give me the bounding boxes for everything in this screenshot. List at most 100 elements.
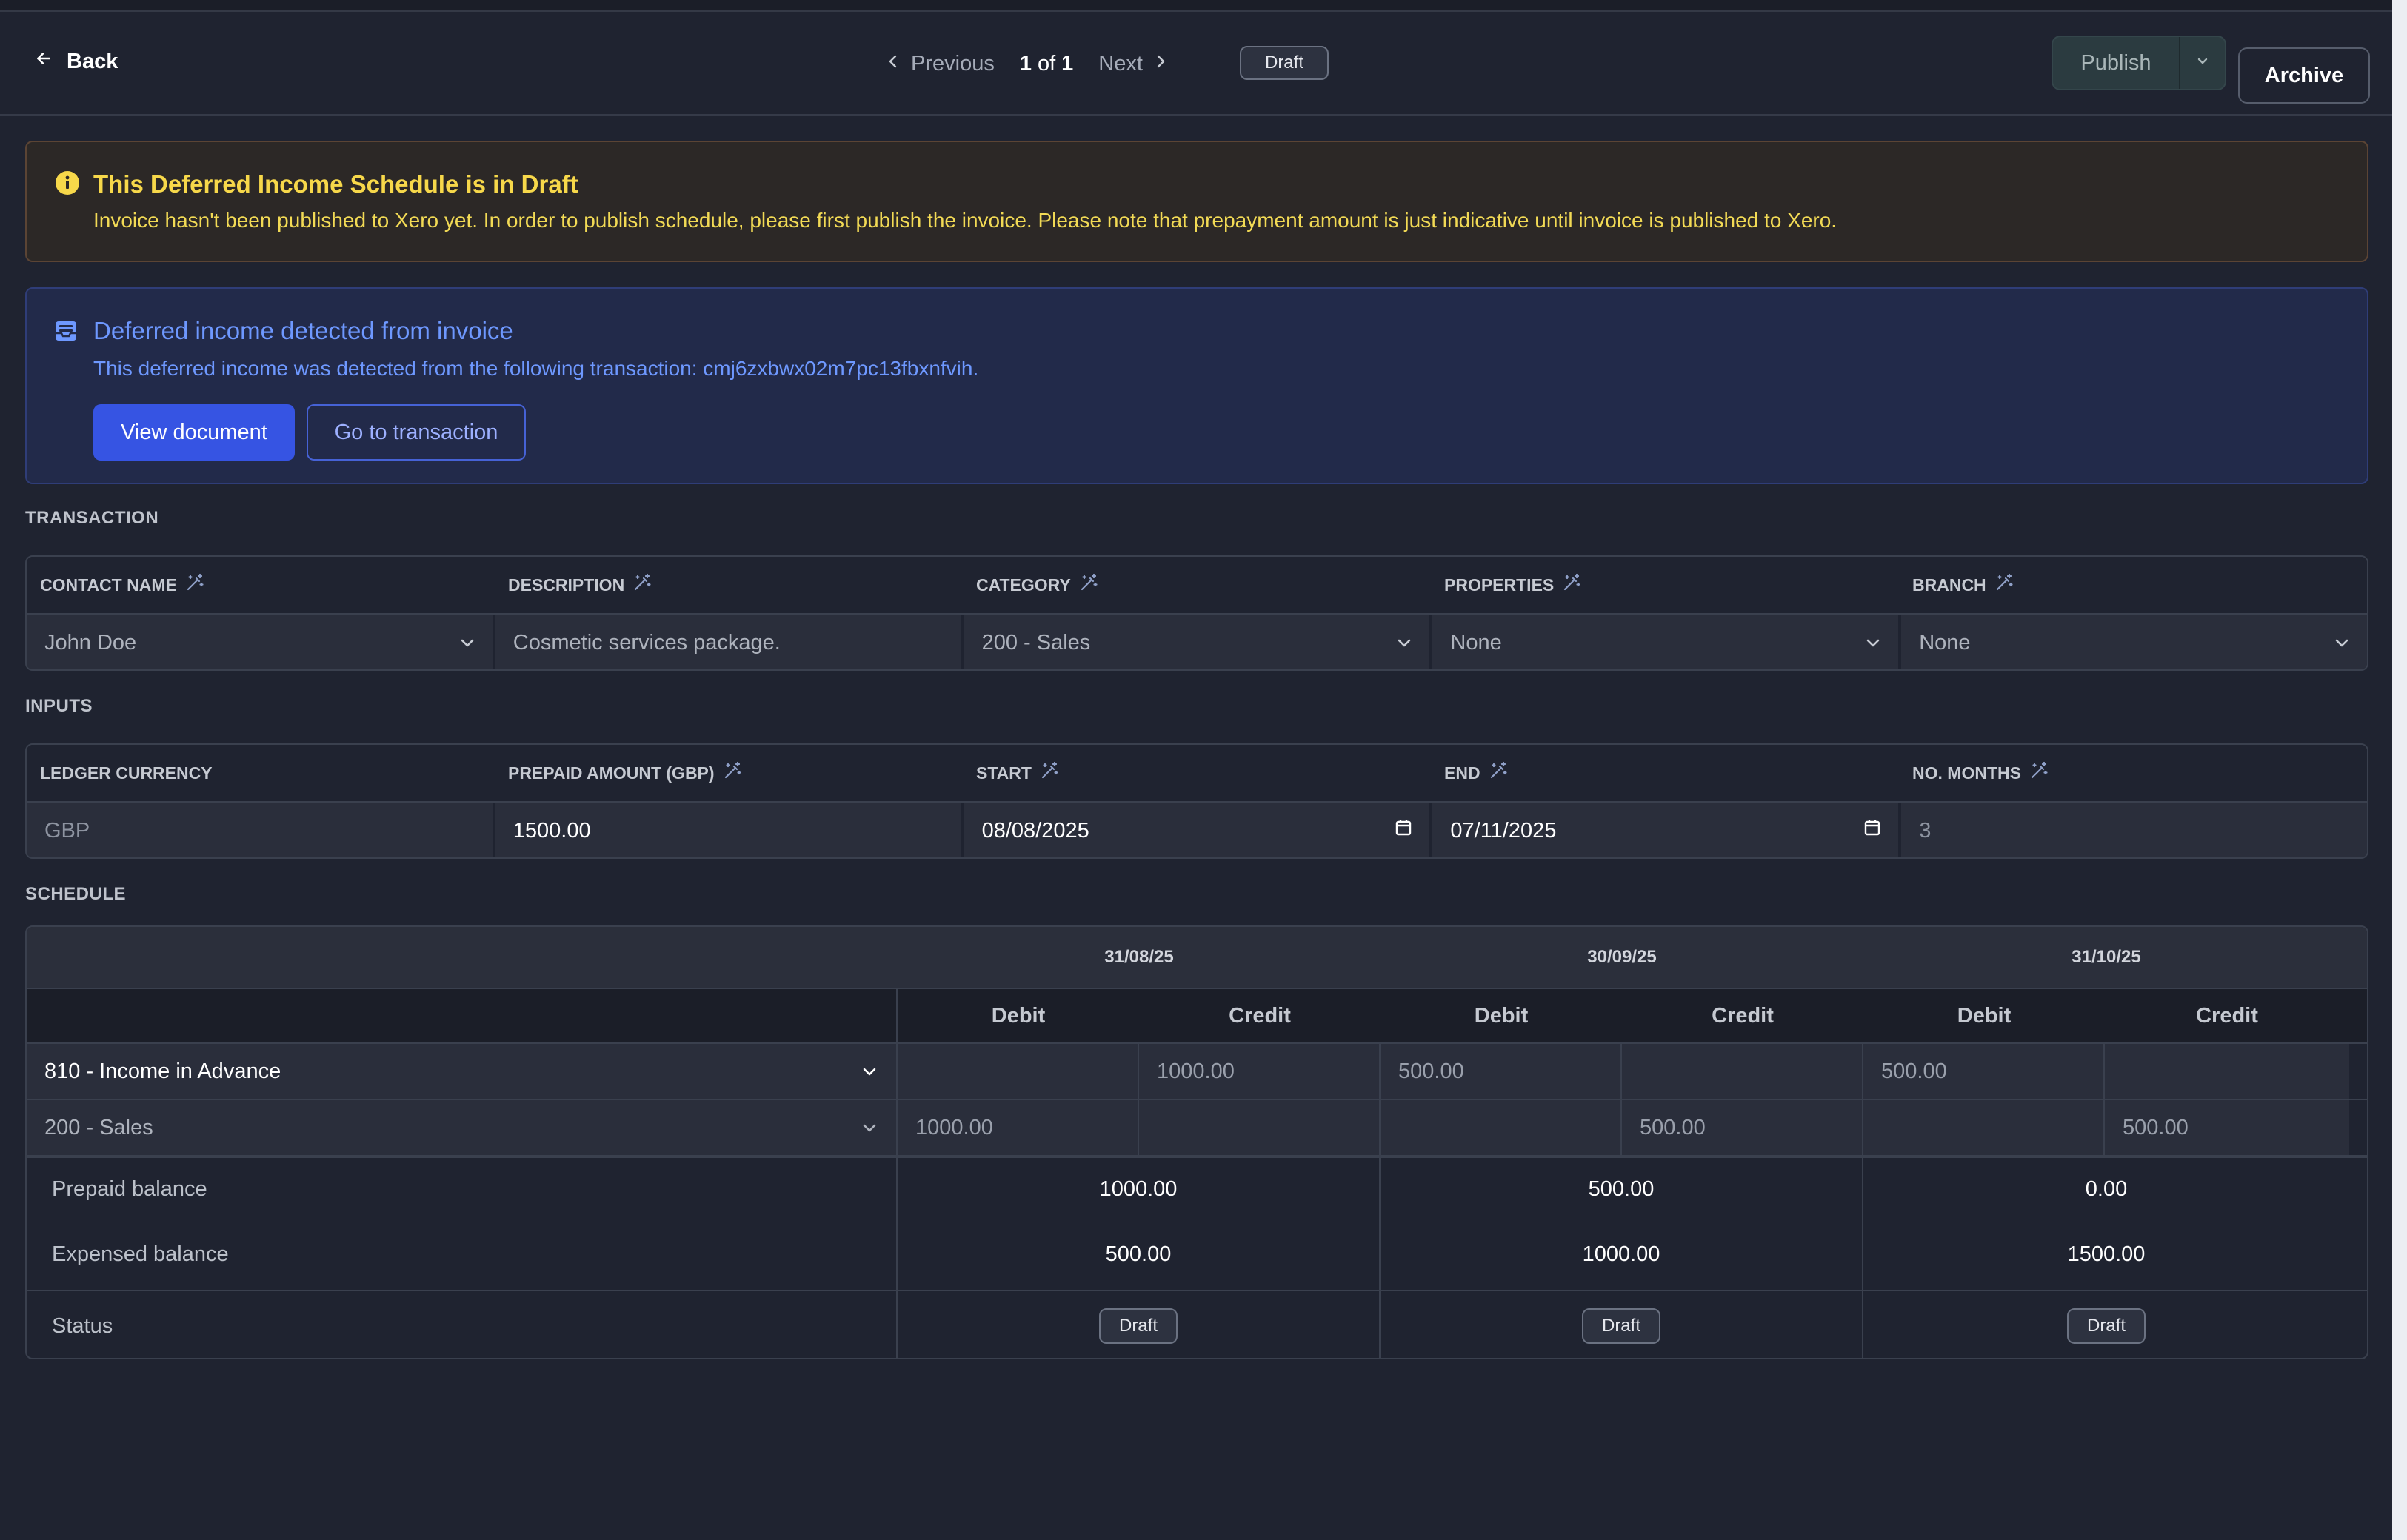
chevron-down-icon [2195,56,2210,70]
expensed-balance-value: 500.00 [1105,1242,1172,1266]
detected-info-alert: Deferred income detected from invoice Th… [25,287,2368,484]
debit-header: Debit [1474,1003,1529,1028]
magic-wand-icon [184,572,205,597]
toolbar: Back Previous 1 of 1 Next Draft Publish … [0,12,2392,116]
contact-name-header: CONTACT NAME [27,557,495,613]
expensed-balance-label: Expensed balance [52,1242,229,1266]
credit-header: Credit [2196,1003,2258,1028]
no-months-field: 3 [1901,803,2367,857]
publish-button-group: Publish [2052,36,2226,90]
no-months-header: NO. MONTHS [1899,745,2367,801]
back-label: Back [67,49,118,73]
debit-cell[interactable] [898,1044,1139,1099]
archive-button[interactable]: Archive [2238,47,2370,104]
debit-cell[interactable]: 500.00 [1863,1044,2105,1099]
app-window: Back Previous 1 of 1 Next Draft Publish … [0,0,2407,1540]
transaction-section-label: TRANSACTION [25,508,159,528]
balance-rows: Prepaid balance Expensed balance 1000.00… [27,1155,2367,1290]
debit-header: Debit [991,1003,1046,1028]
page-current: 1 [1019,51,1032,76]
credit-cell[interactable] [1139,1100,1381,1155]
magic-wand-icon [1994,572,2014,597]
status-label: Status [27,1291,898,1358]
debit-cell[interactable]: 1000.00 [898,1100,1139,1155]
category-select[interactable]: 200 - Sales [964,615,1433,669]
warning-title: This Deferred Income Schedule is in Draf… [93,170,578,198]
properties-select[interactable]: None [1432,615,1902,669]
page-of: of [1037,51,1056,76]
inbox-icon [53,318,79,347]
prepaid-balance-value: 1000.00 [1099,1177,1178,1201]
ledger-currency-header: LEDGER CURRENCY [40,763,213,783]
prepaid-amount-input[interactable]: 1500.00 [495,803,964,857]
status-badge: Draft [1582,1308,1660,1344]
branch-select[interactable]: None [1901,615,2367,669]
prepaid-amount-header: PREPAID AMOUNT (GBP) [495,745,963,801]
info-circle-icon [55,170,80,199]
credit-cell[interactable]: 500.00 [2105,1100,2349,1155]
credit-cell[interactable] [1622,1044,1863,1099]
chevron-left-icon [886,52,901,76]
top-strip [0,0,2392,12]
debit-cell[interactable] [1381,1100,1622,1155]
date-header: 30/09/25 [1587,947,1657,967]
end-date-input[interactable]: 07/11/2025 [1432,803,1902,857]
previous-button[interactable]: Previous [886,52,995,76]
schedule-date-row: 31/08/25 30/09/25 31/10/25 [27,927,2367,988]
magic-wand-icon [632,572,652,597]
schedule-table: 31/08/25 30/09/25 31/10/25 Debit Credit … [25,925,2368,1359]
go-to-transaction-button[interactable]: Go to transaction [307,404,526,461]
calendar-icon[interactable] [1394,818,1413,843]
contact-name-select[interactable]: John Doe [27,615,495,669]
credit-header: Credit [1712,1003,1774,1028]
inputs-fields: LEDGER CURRENCY PREPAID AMOUNT (GBP) STA… [25,743,2368,859]
view-document-button[interactable]: View document [93,404,295,461]
start-header: START [963,745,1431,801]
debit-credit-header-row: Debit Credit Debit Credit Debit Credit [27,988,2367,1042]
publish-options-button[interactable] [2179,37,2225,89]
prepaid-balance-value: 0.00 [2085,1177,2128,1201]
table-row: 200 - Sales 1000.00 500.00 500.00 [27,1099,2367,1155]
end-header: END [1431,745,1899,801]
info-title: Deferred income detected from invoice [93,317,513,344]
ledger-currency-field: GBP [27,803,495,857]
inputs-section-label: INPUTS [25,696,93,716]
credit-header: Credit [1229,1003,1291,1028]
account-select[interactable]: 200 - Sales [27,1100,898,1155]
back-button[interactable]: Back [34,49,118,74]
category-header: CATEGORY [963,557,1431,613]
magic-wand-icon [1039,760,1060,786]
status-badge: Draft [1240,46,1329,80]
page-total: 1 [1061,51,1074,76]
magic-wand-icon [1078,572,1099,597]
pager: Previous 1 of 1 Next [886,49,1168,78]
table-row: 810 - Income in Advance 1000.00 500.00 5… [27,1042,2367,1099]
properties-header: PROPERTIES [1431,557,1899,613]
warning-text: Invoice hasn't been published to Xero ye… [93,209,1837,232]
account-select[interactable]: 810 - Income in Advance [27,1044,898,1099]
status-badge: Draft [1099,1308,1178,1344]
prepaid-balance-value: 500.00 [1588,1177,1655,1201]
magic-wand-icon [722,760,743,786]
status-badge: Draft [2067,1308,2146,1344]
next-button[interactable]: Next [1098,52,1168,76]
debit-cell[interactable]: 500.00 [1381,1044,1622,1099]
calendar-icon[interactable] [1863,818,1882,843]
chevron-down-icon [458,631,476,655]
chevron-down-icon [861,1059,878,1084]
description-input[interactable]: Cosmetic services package. [495,615,964,669]
draft-warning-alert: This Deferred Income Schedule is in Draf… [25,141,2368,262]
arrow-left-icon [34,49,53,74]
publish-button[interactable]: Publish [2053,37,2179,89]
scrollbar[interactable] [2392,0,2407,1540]
schedule-section-label: SCHEDULE [25,884,127,904]
debit-cell[interactable] [1863,1100,2105,1155]
credit-cell[interactable]: 1000.00 [1139,1044,1381,1099]
transaction-fields: CONTACT NAME DESCRIPTION CATEGORY PROPER… [25,555,2368,671]
credit-cell[interactable] [2105,1044,2349,1099]
branch-header: BRANCH [1899,557,2367,613]
date-header: 31/08/25 [1104,947,1174,967]
page-count: 1 of 1 [1020,52,1073,76]
credit-cell[interactable]: 500.00 [1622,1100,1863,1155]
start-date-input[interactable]: 08/08/2025 [964,803,1433,857]
